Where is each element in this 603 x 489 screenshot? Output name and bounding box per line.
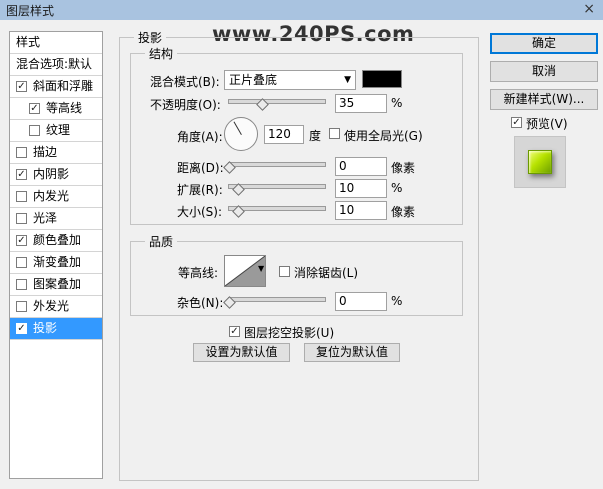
- inner-shadow-checkbox[interactable]: ✓: [16, 169, 27, 180]
- gradient-overlay-checkbox[interactable]: [16, 257, 27, 268]
- color-overlay-checkbox[interactable]: ✓: [16, 235, 27, 246]
- reset-default-button[interactable]: 复位为默认值: [304, 343, 400, 362]
- spread-input[interactable]: 10: [335, 179, 387, 198]
- angle-input[interactable]: 120: [264, 125, 304, 144]
- style-list: 样式 混合选项:默认 ✓ 斜面和浮雕 ✓ 等高线 纹理 描边 ✓ 内阴影 内发光…: [9, 31, 103, 479]
- noise-input[interactable]: 0: [335, 292, 387, 311]
- antialias-label: 消除锯齿(L): [294, 266, 359, 280]
- structure-title: 结构: [145, 45, 178, 62]
- chevron-down-icon: ▼: [344, 75, 351, 85]
- drop-shadow-title: 投影: [134, 29, 167, 46]
- knockout-checkbox[interactable]: ✓: [229, 326, 240, 337]
- style-preview: [514, 136, 566, 188]
- contour-checkbox[interactable]: ✓: [29, 103, 40, 114]
- preview-thumbnail: [528, 150, 552, 174]
- noise-slider[interactable]: [228, 297, 326, 302]
- drop-shadow-checkbox[interactable]: ✓: [16, 323, 27, 334]
- shadow-color-swatch[interactable]: [362, 70, 402, 88]
- angle-dial-hand: [233, 121, 242, 135]
- contour-label: 等高线:: [178, 266, 219, 280]
- styles-header[interactable]: 样式: [10, 32, 102, 54]
- opacity-label: 不透明度(O):: [150, 98, 221, 112]
- stroke-checkbox[interactable]: [16, 147, 27, 158]
- size-label: 大小(S):: [177, 205, 223, 219]
- preview-checkbox[interactable]: ✓: [511, 117, 522, 128]
- bevel-emboss-checkbox[interactable]: ✓: [16, 81, 27, 92]
- opacity-slider[interactable]: [228, 99, 326, 104]
- pattern-overlay-checkbox[interactable]: [16, 279, 27, 290]
- style-item-outer-glow[interactable]: 外发光: [10, 296, 102, 318]
- preview-label: 预览(V): [526, 117, 568, 131]
- window-title: 图层样式: [6, 4, 55, 18]
- style-item-gradient-overlay[interactable]: 渐变叠加: [10, 252, 102, 274]
- style-item-contour[interactable]: ✓ 等高线: [10, 98, 102, 120]
- satin-checkbox[interactable]: [16, 213, 27, 224]
- style-item-satin[interactable]: 光泽: [10, 208, 102, 230]
- angle-label: 角度(A):: [177, 130, 223, 144]
- ok-button[interactable]: 确定: [490, 33, 598, 54]
- style-item-inner-glow[interactable]: 内发光: [10, 186, 102, 208]
- outer-glow-checkbox[interactable]: [16, 301, 27, 312]
- opacity-unit: %: [391, 96, 403, 110]
- size-unit: 像素: [391, 205, 416, 219]
- quality-title: 品质: [145, 233, 178, 250]
- spread-label: 扩展(R):: [177, 183, 223, 197]
- blend-mode-label: 混合模式(B):: [150, 75, 220, 89]
- global-light-checkbox[interactable]: [329, 128, 340, 139]
- opacity-input[interactable]: 35: [335, 94, 387, 113]
- new-style-button[interactable]: 新建样式(W)...: [490, 89, 598, 110]
- set-default-button[interactable]: 设置为默认值: [193, 343, 290, 362]
- title-bar: 图层样式 ×: [0, 0, 603, 20]
- distance-slider[interactable]: [228, 162, 326, 167]
- style-item-color-overlay[interactable]: ✓ 颜色叠加: [10, 230, 102, 252]
- inner-glow-checkbox[interactable]: [16, 191, 27, 202]
- global-light-label: 使用全局光(G): [344, 129, 423, 143]
- blend-options-item[interactable]: 混合选项:默认: [10, 54, 102, 76]
- style-item-texture[interactable]: 纹理: [10, 120, 102, 142]
- antialias-checkbox[interactable]: [279, 266, 290, 277]
- texture-checkbox[interactable]: [29, 125, 40, 136]
- angle-unit: 度: [309, 129, 322, 143]
- noise-label: 杂色(N):: [177, 296, 224, 310]
- style-item-inner-shadow[interactable]: ✓ 内阴影: [10, 164, 102, 186]
- style-item-drop-shadow[interactable]: ✓ 投影: [10, 318, 102, 340]
- noise-unit: %: [391, 294, 403, 308]
- style-item-stroke[interactable]: 描边: [10, 142, 102, 164]
- knockout-label: 图层挖空投影(U): [244, 326, 335, 340]
- distance-input[interactable]: 0: [335, 157, 387, 176]
- cancel-button[interactable]: 取消: [490, 61, 598, 82]
- distance-label: 距离(D):: [177, 161, 224, 175]
- angle-dial[interactable]: [224, 117, 258, 151]
- spread-unit: %: [391, 181, 403, 195]
- contour-dropdown-icon[interactable]: ▼: [258, 264, 264, 273]
- size-input[interactable]: 10: [335, 201, 387, 220]
- style-item-pattern-overlay[interactable]: 图案叠加: [10, 274, 102, 296]
- blend-mode-select[interactable]: 正片叠底 ▼: [224, 70, 356, 90]
- close-icon[interactable]: ×: [583, 1, 595, 17]
- distance-unit: 像素: [391, 161, 416, 175]
- style-item-bevel-emboss[interactable]: ✓ 斜面和浮雕: [10, 76, 102, 98]
